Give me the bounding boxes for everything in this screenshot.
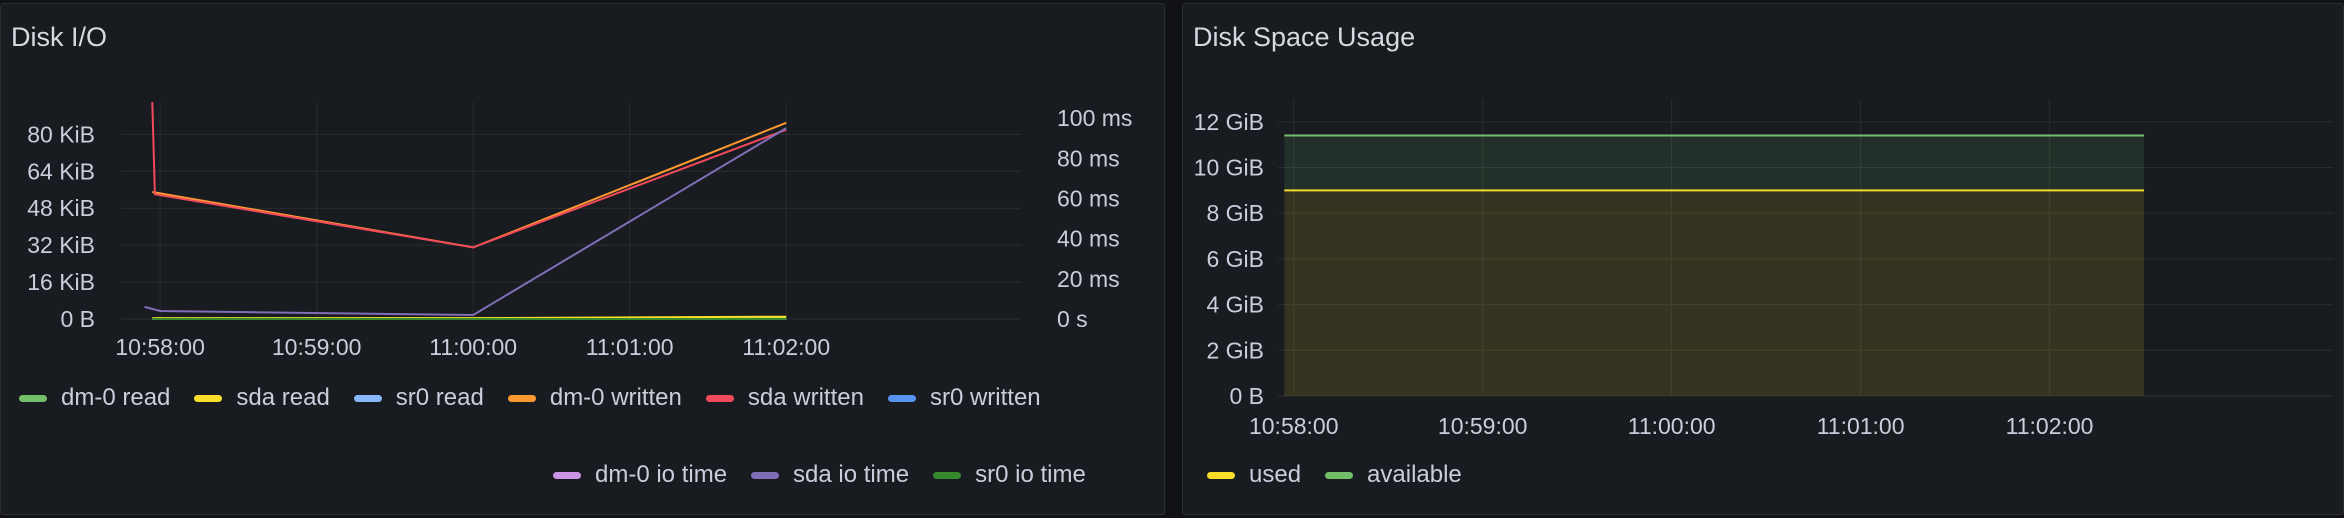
legend-swatch bbox=[1207, 471, 1235, 479]
y-tick-label: 6 GiB bbox=[1206, 246, 1264, 272]
y-tick-label: 80 KiB bbox=[27, 121, 95, 147]
legend-row: used available bbox=[1207, 461, 1486, 489]
y-tick-label: 2 GiB bbox=[1206, 337, 1264, 363]
y-tick-label: 0 B bbox=[60, 306, 95, 332]
y-tick-label: 64 KiB bbox=[27, 158, 95, 184]
legend-label: sda written bbox=[747, 384, 864, 411]
legend-swatch bbox=[553, 471, 581, 479]
legend-label: dm-0 read bbox=[61, 384, 171, 411]
legend-item-dm-0-written[interactable]: dm-0 written bbox=[507, 384, 682, 412]
legend-row: dm-0 read sda read sr0 read dm-0 written sda… bbox=[19, 384, 1065, 412]
legend-swatch bbox=[194, 394, 223, 402]
legend-swatch bbox=[887, 394, 916, 402]
disk-space-panel: Disk Space Usage 0 B2 GiB 4 GiB 6 GiB 8 GiB… bbox=[1182, 3, 2344, 515]
y-right-tick-label: 60 ms bbox=[1057, 185, 1120, 211]
series-area-available bbox=[1284, 135, 2145, 191]
x-tick-label: 10:59:00 bbox=[272, 334, 362, 360]
y-tick-label: 16 KiB bbox=[27, 269, 95, 295]
legend-label: sr0 read bbox=[395, 384, 484, 411]
y-tick-label: 12 GiB bbox=[1194, 109, 1264, 135]
y-tick-label: 48 KiB bbox=[27, 195, 95, 221]
legend-label: dm-0 written bbox=[549, 384, 682, 411]
legend-swatch bbox=[507, 394, 536, 402]
x-tick-label: 11:01:00 bbox=[1817, 413, 1905, 439]
y-right-tick-label: 20 ms bbox=[1057, 266, 1120, 292]
y-tick-label: 0 B bbox=[1229, 383, 1264, 409]
legend-swatch bbox=[19, 394, 47, 402]
legend-swatch bbox=[751, 471, 780, 479]
x-tick-label: 10:59:00 bbox=[1438, 413, 1528, 439]
x-tick-label: 11:00:00 bbox=[429, 334, 517, 360]
y-tick-label: 10 GiB bbox=[1194, 155, 1264, 181]
legend-item-sr0-read[interactable]: sr0 read bbox=[353, 384, 484, 412]
x-tick-label: 11:00:00 bbox=[1628, 413, 1716, 439]
legend-item-sda-written[interactable]: sda written bbox=[705, 384, 864, 412]
x-tick-label: 11:02:00 bbox=[2006, 413, 2094, 439]
legend-item-available[interactable]: available bbox=[1325, 461, 1462, 489]
y-right-tick-label: 40 ms bbox=[1057, 226, 1120, 252]
legend-label: sda read bbox=[236, 384, 330, 411]
legend-label: sr0 written bbox=[929, 384, 1041, 411]
legend-item-sda-read[interactable]: sda read bbox=[194, 384, 330, 412]
legend-swatch bbox=[705, 394, 734, 402]
legend-item-used[interactable]: used bbox=[1207, 461, 1301, 489]
y-tick-label: 4 GiB bbox=[1206, 292, 1264, 318]
legend-item-sr0-io-time[interactable]: sr0 io time bbox=[933, 461, 1086, 489]
series-area-used bbox=[1284, 190, 2145, 396]
legend-row: dm-0 io time sda io time sr0 io time bbox=[553, 461, 1110, 489]
legend-swatch bbox=[353, 394, 382, 402]
series-line-sda-written bbox=[151, 101, 787, 249]
legend-label: dm-0 io time bbox=[595, 461, 728, 488]
series-line-sda-io-time bbox=[144, 127, 787, 317]
legend-label: sda io time bbox=[793, 461, 910, 488]
y-right-tick-label: 100 ms bbox=[1057, 105, 1132, 131]
x-tick-label: 10:58:00 bbox=[1249, 413, 1339, 439]
legend-item-dm-0-io-time[interactable]: dm-0 io time bbox=[553, 461, 727, 489]
y-right-tick-label: 0 s bbox=[1057, 306, 1088, 332]
x-tick-label: 11:02:00 bbox=[742, 334, 830, 360]
y-right-tick-label: 80 ms bbox=[1057, 145, 1120, 171]
disk-space-chart: 0 B 2 GiB 4 GiB 6 GiB 8 GiB 10 GiB 12 GiB 10:58… bbox=[1194, 99, 2333, 439]
legend-label: sr0 io time bbox=[975, 461, 1086, 488]
disk-io-chart: 0 B 16 KiB 32 KiB 48 KiB 64 KiB 80 KiB 0 s 20 m… bbox=[27, 101, 1132, 360]
y-tick-label: 8 GiB bbox=[1206, 200, 1264, 226]
legend-swatch bbox=[1325, 471, 1354, 479]
legend-swatch bbox=[933, 471, 962, 479]
legend-item-sr0-written[interactable]: sr0 written bbox=[887, 384, 1041, 412]
legend-item-dm-0-read[interactable]: dm-0 read bbox=[19, 384, 170, 412]
disk-io-panel: Disk I/O 0 B 16 KiB 32 KiB 48 KiB 64 KiB 80 K… bbox=[0, 3, 1165, 515]
x-tick-label: 10:58:00 bbox=[115, 334, 205, 360]
legend-item-sda-io-time[interactable]: sda io time bbox=[751, 461, 909, 489]
y-tick-label: 32 KiB bbox=[27, 232, 95, 258]
legend-label: available bbox=[1367, 461, 1462, 488]
legend-label: used bbox=[1249, 461, 1302, 488]
x-tick-label: 11:01:00 bbox=[586, 334, 674, 360]
